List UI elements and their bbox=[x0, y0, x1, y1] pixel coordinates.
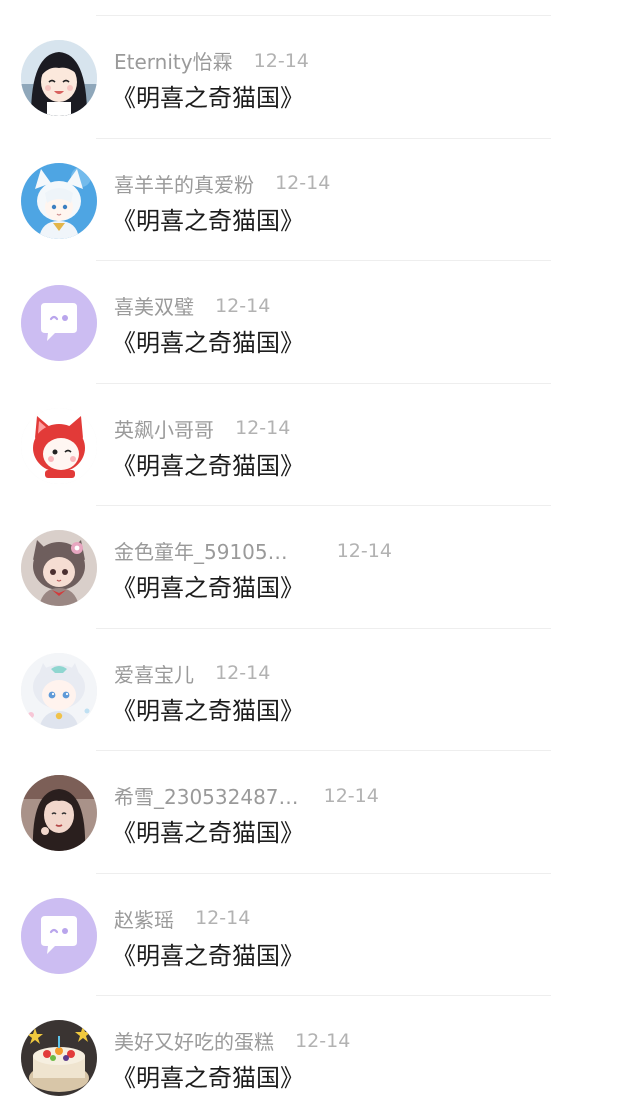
comment-date: 12-14 bbox=[323, 784, 379, 807]
comment-meta: 英飙小哥哥 12-14 bbox=[114, 414, 290, 442]
comment-date: 12-14 bbox=[215, 662, 271, 684]
comment-date: 12-14 bbox=[275, 172, 331, 194]
comment-date: 12-14 bbox=[215, 294, 271, 317]
comment-meta: 金色童年_59105… 12-14 bbox=[114, 536, 392, 565]
comment-meta: 喜羊羊的真爱粉 12-14 bbox=[114, 169, 330, 197]
list-item[interactable]: 爱喜宝儿 12-14 《明喜之奇猫国》 bbox=[0, 629, 640, 751]
avatar[interactable] bbox=[21, 162, 97, 239]
comment-meta: Eternity怡霖 12-14 bbox=[114, 46, 309, 75]
user-name[interactable]: 金色童年_59105… bbox=[114, 536, 288, 565]
white-cat-boy-avatar-icon bbox=[21, 162, 97, 239]
comment-date: 12-14 bbox=[336, 539, 392, 562]
comment-title[interactable]: 《明喜之奇猫国》 bbox=[112, 201, 304, 236]
chibi-girl-avatar-icon bbox=[21, 530, 97, 606]
comment-title[interactable]: 《明喜之奇猫国》 bbox=[112, 323, 304, 358]
avatar[interactable] bbox=[21, 652, 97, 729]
user-name[interactable]: 英飙小哥哥 bbox=[114, 414, 214, 443]
comment-date: 12-14 bbox=[295, 1029, 351, 1052]
avatar[interactable] bbox=[21, 1020, 97, 1096]
comment-meta: 赵紫瑶 12-14 bbox=[114, 904, 250, 932]
default-chat-avatar-icon bbox=[21, 285, 97, 361]
avatar[interactable] bbox=[21, 285, 97, 361]
comment-list: Eternity怡霖 12-14 《明喜之奇猫国》 喜羊羊的真爱粉 12-14 … bbox=[0, 16, 640, 1119]
dark-haired-girl-avatar-icon bbox=[21, 775, 97, 851]
user-name[interactable]: 美好又好吃的蛋糕 bbox=[114, 1026, 274, 1055]
comment-meta: 爱喜宝儿 12-14 bbox=[114, 659, 270, 687]
cake-avatar-icon bbox=[21, 1020, 97, 1096]
user-name[interactable]: Eternity怡霖 bbox=[114, 46, 233, 75]
list-item[interactable]: 金色童年_59105… 12-14 《明喜之奇猫国》 bbox=[0, 506, 640, 629]
red-hood-cat-avatar-icon bbox=[21, 407, 97, 484]
comment-title[interactable]: 《明喜之奇猫国》 bbox=[112, 936, 304, 971]
comment-date: 12-14 bbox=[253, 49, 309, 72]
comment-date: 12-14 bbox=[195, 907, 251, 929]
list-item[interactable]: 希雪_230532487… 12-14 《明喜之奇猫国》 bbox=[0, 751, 640, 874]
white-haired-chibi-avatar-icon bbox=[21, 652, 97, 729]
avatar[interactable] bbox=[21, 775, 97, 851]
list-item[interactable]: 英飙小哥哥 12-14 《明喜之奇猫国》 bbox=[0, 384, 640, 506]
comment-meta: 喜美双璧 12-14 bbox=[114, 291, 271, 320]
user-name[interactable]: 喜美双璧 bbox=[114, 291, 194, 320]
comment-title[interactable]: 《明喜之奇猫国》 bbox=[112, 78, 304, 113]
user-name[interactable]: 爱喜宝儿 bbox=[114, 659, 194, 688]
user-name[interactable]: 希雪_230532487… bbox=[114, 781, 299, 810]
list-item[interactable]: 喜羊羊的真爱粉 12-14 《明喜之奇猫国》 bbox=[0, 139, 640, 261]
avatar[interactable] bbox=[21, 897, 97, 974]
list-item[interactable]: 美好又好吃的蛋糕 12-14 《明喜之奇猫国》 bbox=[0, 996, 640, 1119]
comment-title[interactable]: 《明喜之奇猫国》 bbox=[112, 691, 304, 726]
default-chat-avatar-icon bbox=[21, 897, 97, 974]
comment-title[interactable]: 《明喜之奇猫国》 bbox=[112, 446, 304, 481]
list-item[interactable]: Eternity怡霖 12-14 《明喜之奇猫国》 bbox=[0, 16, 640, 139]
list-item[interactable]: 赵紫瑶 12-14 《明喜之奇猫国》 bbox=[0, 874, 640, 996]
user-name[interactable]: 喜羊羊的真爱粉 bbox=[114, 169, 254, 198]
list-item[interactable]: 喜美双璧 12-14 《明喜之奇猫国》 bbox=[0, 261, 640, 384]
comment-meta: 希雪_230532487… 12-14 bbox=[114, 781, 379, 810]
comment-title[interactable]: 《明喜之奇猫国》 bbox=[112, 568, 304, 603]
comment-date: 12-14 bbox=[235, 417, 291, 439]
comment-title[interactable]: 《明喜之奇猫国》 bbox=[112, 813, 304, 848]
user-name[interactable]: 赵紫瑶 bbox=[114, 904, 174, 933]
anime-girl-avatar-icon bbox=[21, 40, 97, 116]
comment-meta: 美好又好吃的蛋糕 12-14 bbox=[114, 1026, 351, 1055]
comment-title[interactable]: 《明喜之奇猫国》 bbox=[112, 1058, 304, 1093]
avatar[interactable] bbox=[21, 407, 97, 484]
avatar[interactable] bbox=[21, 40, 97, 116]
avatar[interactable] bbox=[21, 530, 97, 606]
